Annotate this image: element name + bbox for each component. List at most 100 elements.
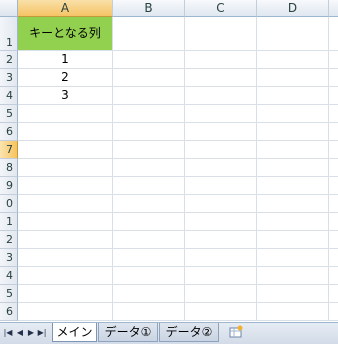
grid-cell[interactable] bbox=[18, 267, 113, 285]
row-header-3[interactable]: 3 bbox=[0, 69, 18, 87]
grid-cell[interactable] bbox=[18, 123, 113, 141]
row-header-8[interactable]: 8 bbox=[0, 159, 18, 177]
grid-cell[interactable] bbox=[329, 51, 338, 69]
grid-cell[interactable] bbox=[113, 267, 185, 285]
row-header-5[interactable]: 5 bbox=[0, 105, 18, 123]
grid-cell[interactable] bbox=[113, 213, 185, 231]
grid-cell[interactable] bbox=[113, 195, 185, 213]
cell-e1[interactable] bbox=[329, 17, 338, 51]
grid-cell[interactable] bbox=[185, 267, 257, 285]
grid-cell[interactable] bbox=[18, 285, 113, 303]
row-header-6[interactable]: 6 bbox=[0, 123, 18, 141]
row-header-1[interactable]: 1 bbox=[0, 17, 18, 51]
grid-cell[interactable] bbox=[257, 159, 329, 177]
row-header-14[interactable]: 4 bbox=[0, 267, 18, 285]
grid-cell[interactable] bbox=[329, 231, 338, 249]
grid-cell[interactable] bbox=[113, 69, 185, 87]
column-header-d[interactable]: D bbox=[257, 0, 329, 17]
column-header-b[interactable]: B bbox=[113, 0, 185, 17]
sheet-tab-main[interactable]: メイン bbox=[52, 323, 97, 342]
cell-b1[interactable] bbox=[113, 17, 185, 51]
row-header-2[interactable]: 2 bbox=[0, 51, 18, 69]
grid-cell[interactable] bbox=[185, 231, 257, 249]
row-header-12[interactable]: 2 bbox=[0, 231, 18, 249]
grid-cell[interactable] bbox=[329, 249, 338, 267]
cell-d1[interactable] bbox=[257, 17, 329, 51]
sheet-tab-data2[interactable]: データ② bbox=[159, 323, 219, 342]
grid-cell[interactable] bbox=[257, 123, 329, 141]
grid-cell[interactable] bbox=[257, 249, 329, 267]
grid-cell[interactable] bbox=[113, 87, 185, 105]
row-header-11[interactable]: 1 bbox=[0, 213, 18, 231]
grid-cell[interactable] bbox=[329, 123, 338, 141]
grid-cell[interactable] bbox=[257, 69, 329, 87]
grid-cell[interactable] bbox=[18, 141, 113, 159]
grid-cell[interactable] bbox=[185, 213, 257, 231]
grid-cell[interactable] bbox=[257, 195, 329, 213]
cell-a4[interactable]: 3 bbox=[18, 87, 113, 105]
grid-cell[interactable] bbox=[113, 249, 185, 267]
grid-cell[interactable] bbox=[257, 231, 329, 249]
row-header-13[interactable]: 3 bbox=[0, 249, 18, 267]
grid-cell[interactable] bbox=[185, 87, 257, 105]
grid-cell[interactable] bbox=[18, 177, 113, 195]
cell-a2[interactable]: 1 bbox=[18, 51, 113, 69]
grid-cell[interactable] bbox=[329, 69, 338, 87]
grid-cell[interactable] bbox=[18, 105, 113, 123]
grid-cell[interactable] bbox=[329, 213, 338, 231]
grid-cell[interactable] bbox=[329, 177, 338, 195]
row-header-10[interactable]: 0 bbox=[0, 195, 18, 213]
grid-cell[interactable] bbox=[185, 105, 257, 123]
grid-cell[interactable] bbox=[329, 195, 338, 213]
grid-cell[interactable] bbox=[113, 159, 185, 177]
grid-cell[interactable] bbox=[257, 87, 329, 105]
grid-cell[interactable] bbox=[257, 213, 329, 231]
prev-sheet-icon[interactable]: ◀ bbox=[15, 327, 25, 339]
grid-cell[interactable] bbox=[18, 303, 113, 321]
grid-cell[interactable] bbox=[113, 231, 185, 249]
grid-cell[interactable] bbox=[113, 141, 185, 159]
grid-cell[interactable] bbox=[329, 87, 338, 105]
grid-cell[interactable] bbox=[257, 285, 329, 303]
grid-cell[interactable] bbox=[185, 123, 257, 141]
grid-cell[interactable] bbox=[185, 285, 257, 303]
grid-cell[interactable] bbox=[18, 249, 113, 267]
first-sheet-icon[interactable]: |◀ bbox=[3, 327, 13, 339]
grid-cell[interactable] bbox=[257, 267, 329, 285]
sheet-tab-data1[interactable]: データ① bbox=[98, 323, 158, 342]
column-header-c[interactable]: C bbox=[185, 0, 257, 17]
grid-cell[interactable] bbox=[185, 177, 257, 195]
cell-a3[interactable]: 2 bbox=[18, 69, 113, 87]
grid-cell[interactable] bbox=[257, 303, 329, 321]
row-header-16[interactable]: 6 bbox=[0, 303, 18, 321]
grid-cell[interactable] bbox=[329, 303, 338, 321]
grid-cell[interactable] bbox=[113, 303, 185, 321]
row-header-4[interactable]: 4 bbox=[0, 87, 18, 105]
next-sheet-icon[interactable]: ▶ bbox=[26, 327, 36, 339]
spreadsheet-grid[interactable]: A B C D 1 2 3 4 5 6 7 8 9 0 1 2 3 4 5 6 … bbox=[0, 0, 338, 322]
grid-cell[interactable] bbox=[185, 303, 257, 321]
row-header-15[interactable]: 5 bbox=[0, 285, 18, 303]
grid-cell[interactable] bbox=[185, 195, 257, 213]
grid-cell[interactable] bbox=[113, 285, 185, 303]
grid-cell[interactable] bbox=[113, 123, 185, 141]
grid-cell[interactable] bbox=[185, 141, 257, 159]
grid-cell[interactable] bbox=[257, 51, 329, 69]
row-header-9[interactable]: 9 bbox=[0, 177, 18, 195]
grid-cell[interactable] bbox=[257, 105, 329, 123]
column-header-a[interactable]: A bbox=[18, 0, 113, 17]
grid-cell[interactable] bbox=[18, 195, 113, 213]
select-all-corner[interactable] bbox=[0, 0, 18, 17]
column-header-e[interactable] bbox=[329, 0, 338, 17]
grid-cell[interactable] bbox=[257, 177, 329, 195]
insert-worksheet-icon[interactable] bbox=[226, 325, 246, 340]
grid-cell[interactable] bbox=[113, 51, 185, 69]
grid-cell[interactable] bbox=[329, 159, 338, 177]
grid-cell[interactable] bbox=[185, 159, 257, 177]
grid-cell[interactable] bbox=[329, 267, 338, 285]
cell-c1[interactable] bbox=[185, 17, 257, 51]
grid-cell[interactable] bbox=[18, 213, 113, 231]
grid-cell[interactable] bbox=[113, 105, 185, 123]
cell-a1[interactable]: キーとなる列 bbox=[18, 17, 113, 51]
grid-cell[interactable] bbox=[113, 177, 185, 195]
